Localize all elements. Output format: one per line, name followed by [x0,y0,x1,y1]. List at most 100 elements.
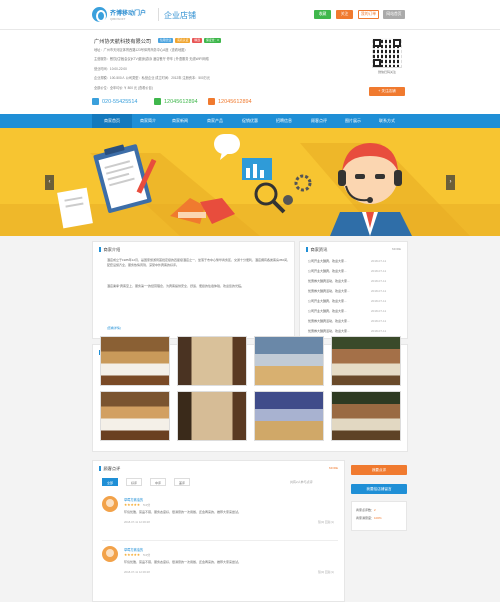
news-text: 优惠券大酬宾活动，欢迎大家... [308,329,350,333]
collect-button[interactable]: 收藏 [314,10,331,19]
news-text: 优惠券大酬宾活动，欢迎大家... [308,289,350,293]
photo-thumb[interactable] [100,336,170,386]
news-item[interactable]: 优惠券大酬宾活动，欢迎大家... 2018-07-11 [308,279,386,283]
nav-promotions[interactable]: 促销优惠 [234,114,266,128]
nav-reviews[interactable]: 顾客点评 [302,114,336,128]
news-date: 2018-07-11 [371,259,387,263]
nav-jobs[interactable]: 招聘信息 [266,114,302,128]
leave-message-button[interactable]: 我要给店铺留言 [351,484,407,494]
news-text: 公司开业大酬宾，欢迎大家... [308,309,347,313]
company-price: 全部价位：全年均价 ￥ 800 元 (查看价目) [94,86,153,90]
intro-title: 商家介绍 [99,247,121,253]
photo-thumb[interactable] [254,336,324,386]
phone-number: 020-55425514 [102,98,138,105]
review-time: 2018-07-11 12:06:28 [124,570,150,574]
news-item[interactable]: 公司开业大酬宾，欢迎大家... 2018-07-11 [308,309,386,313]
follow-shop-button[interactable]: + 关注店铺 [369,87,405,96]
news-item[interactable]: 公司开业大酬宾，欢迎大家... 2018-07-11 [308,299,386,303]
phone-icon [92,98,99,105]
news-more-link[interactable]: MORE [392,247,401,251]
news-date: 2018-07-11 [371,319,387,323]
phone-list: 020-55425514 12045612894 12045612894 [92,98,292,108]
site-home-button[interactable]: 网站首页 [383,10,405,19]
news-item[interactable]: 优惠券大酬宾活动，欢迎大家... 2018-07-11 [308,329,386,333]
site-logo[interactable]: 齐博移动门户 QIBOSOFT [92,6,156,24]
rating-score: 5.0分 [143,503,151,507]
shop-name: 企业店铺 [164,11,196,20]
company-hours: 营业时间：10:00-22:00 [94,67,127,71]
phone-number: 12045612894 [218,98,252,105]
intro-panel: 商家介绍 酒店成立于1985年12月，是国家旅游局首批定级的四星级酒店之一，坐落… [92,241,295,339]
nav-contact[interactable]: 联系方式 [370,114,404,128]
logo-text: 齐博移动门户 [110,11,147,17]
intro-detail-link[interactable]: [查看详情] [107,326,121,331]
write-review-button[interactable]: 我要点评 [351,465,407,475]
news-date: 2018-07-11 [371,279,387,283]
news-text: 公司开业大酬宾，欢迎大家... [308,259,347,263]
review-item: 草莓打酱油的 ★★★★★ 5.0分 环境优雅，菜品不错，服务态度好，很满意的一次用… [102,496,338,536]
phone-item[interactable]: 020-55425514 [92,98,137,105]
mobile-icon [154,98,161,105]
review-actions[interactable]: 赞(0) 回复(1) [318,520,334,524]
stars-icon: ★★★★★ [124,553,141,557]
photo-thumb[interactable] [331,336,401,386]
phone-item[interactable]: 12045612894 [154,98,198,105]
news-item[interactable]: 优惠券大酬宾活动，欢迎大家... 2018-07-11 [308,289,386,293]
header-divider [158,8,159,21]
tab-good[interactable]: 好评 [126,478,142,486]
nav-news[interactable]: 商家新闻 [164,114,196,128]
intro-paragraph-2: 酒店秉承“宾客至上、服务第一”的经营理念，为宾客提供安全、舒适、便捷的住宿体验，… [107,284,244,288]
news-item[interactable]: 公司开业大酬宾，欢迎大家... 2018-07-11 [308,259,386,263]
tag-featured: 精选 [192,38,203,43]
nav-home[interactable]: 商家首页 [92,114,132,128]
logo-subtext: QIBOSOFT [110,17,126,21]
review-count: 共有2人参与点评 [290,480,313,484]
top-bar: 齐博移动门户 QIBOSOFT 企业店铺 收藏 关注 我的订单 网站首页 [0,0,500,30]
photo-thumb[interactable] [331,391,401,441]
banner-slider: ‹ › [0,128,500,236]
stars-icon: ★★★★★ [124,503,141,507]
nav-products[interactable]: 商家产品 [196,114,234,128]
reviewer-name[interactable]: 草莓打酱油的 [124,497,143,502]
news-date: 2018-07-11 [371,289,387,293]
follow-top-button[interactable]: 关注 [336,10,353,19]
photo-thumb[interactable] [177,391,247,441]
photo-thumb[interactable] [100,391,170,441]
stats-value: 2 [374,508,376,512]
rating-stars: ★★★★★ 5.0分 [124,503,150,507]
stats-label: 商家点评数： [356,508,375,512]
news-date: 2018-07-11 [371,299,387,303]
tab-all[interactable]: 全部 [102,478,118,486]
review-item: 草莓打酱油的 ★★★★★ 5.0分 环境优雅，菜品不错，服务态度好，很满意的一次用… [102,546,338,586]
stats-row: 商家点评数：2 [356,508,376,512]
news-text: 公司开业大酬宾，欢迎大家... [308,299,347,303]
tag-verified: 实名认证 [175,38,191,43]
company-tags: 信用企业 实名认证 精选 保证金：0 [158,38,223,43]
banner-prev-arrow[interactable]: ‹ [45,175,54,190]
news-item[interactable]: 优惠券大酬宾活动，欢迎大家... 2018-07-11 [308,319,386,323]
qr-caption: 微信扫码关注 [377,70,396,74]
review-stats-panel: 商家点评数：2 商家满意度：100% [351,501,407,531]
review-text: 环境优雅，菜品不错，服务态度好，很满意的一次用餐，还会再来的，推荐大家来尝试。 [124,510,242,514]
news-date: 2018-07-11 [371,309,387,313]
my-orders-button[interactable]: 我的订单 [358,10,379,19]
review-actions[interactable]: 赞(0) 回复(1) [318,570,334,574]
avatar [102,546,118,562]
nav-intro[interactable]: 商家简介 [132,114,164,128]
tab-neutral[interactable]: 中评 [150,478,166,486]
phone-item[interactable]: 12045612894 [208,98,252,105]
photo-thumb[interactable] [177,336,247,386]
tab-bad[interactable]: 差评 [174,478,190,486]
stats-row: 商家满意度：100% [356,516,382,520]
rating-score: 5.0分 [143,553,151,557]
reviews-more-link[interactable]: MORE [329,466,338,470]
nav-photos[interactable]: 图片展示 [336,114,370,128]
news-item[interactable]: 公司开业大酬宾，欢迎大家... 2018-07-11 [308,269,386,273]
company-services: 主营服务：餐饮|住宿|会议|KTV|健身|游泳 酒店餐厅 停车 | 外语服务 无… [94,57,209,61]
company-info: 广州协天航科技有限公司 信用企业 实名认证 精选 保证金：0 地址：广州市天河区体育西… [0,30,500,114]
reviewer-name[interactable]: 草莓打酱油的 [124,547,143,552]
news-text: 优惠券大酬宾活动，欢迎大家... [308,279,350,283]
photo-thumb[interactable] [254,391,324,441]
mobile-icon [208,98,215,105]
banner-next-arrow[interactable]: › [446,175,455,190]
